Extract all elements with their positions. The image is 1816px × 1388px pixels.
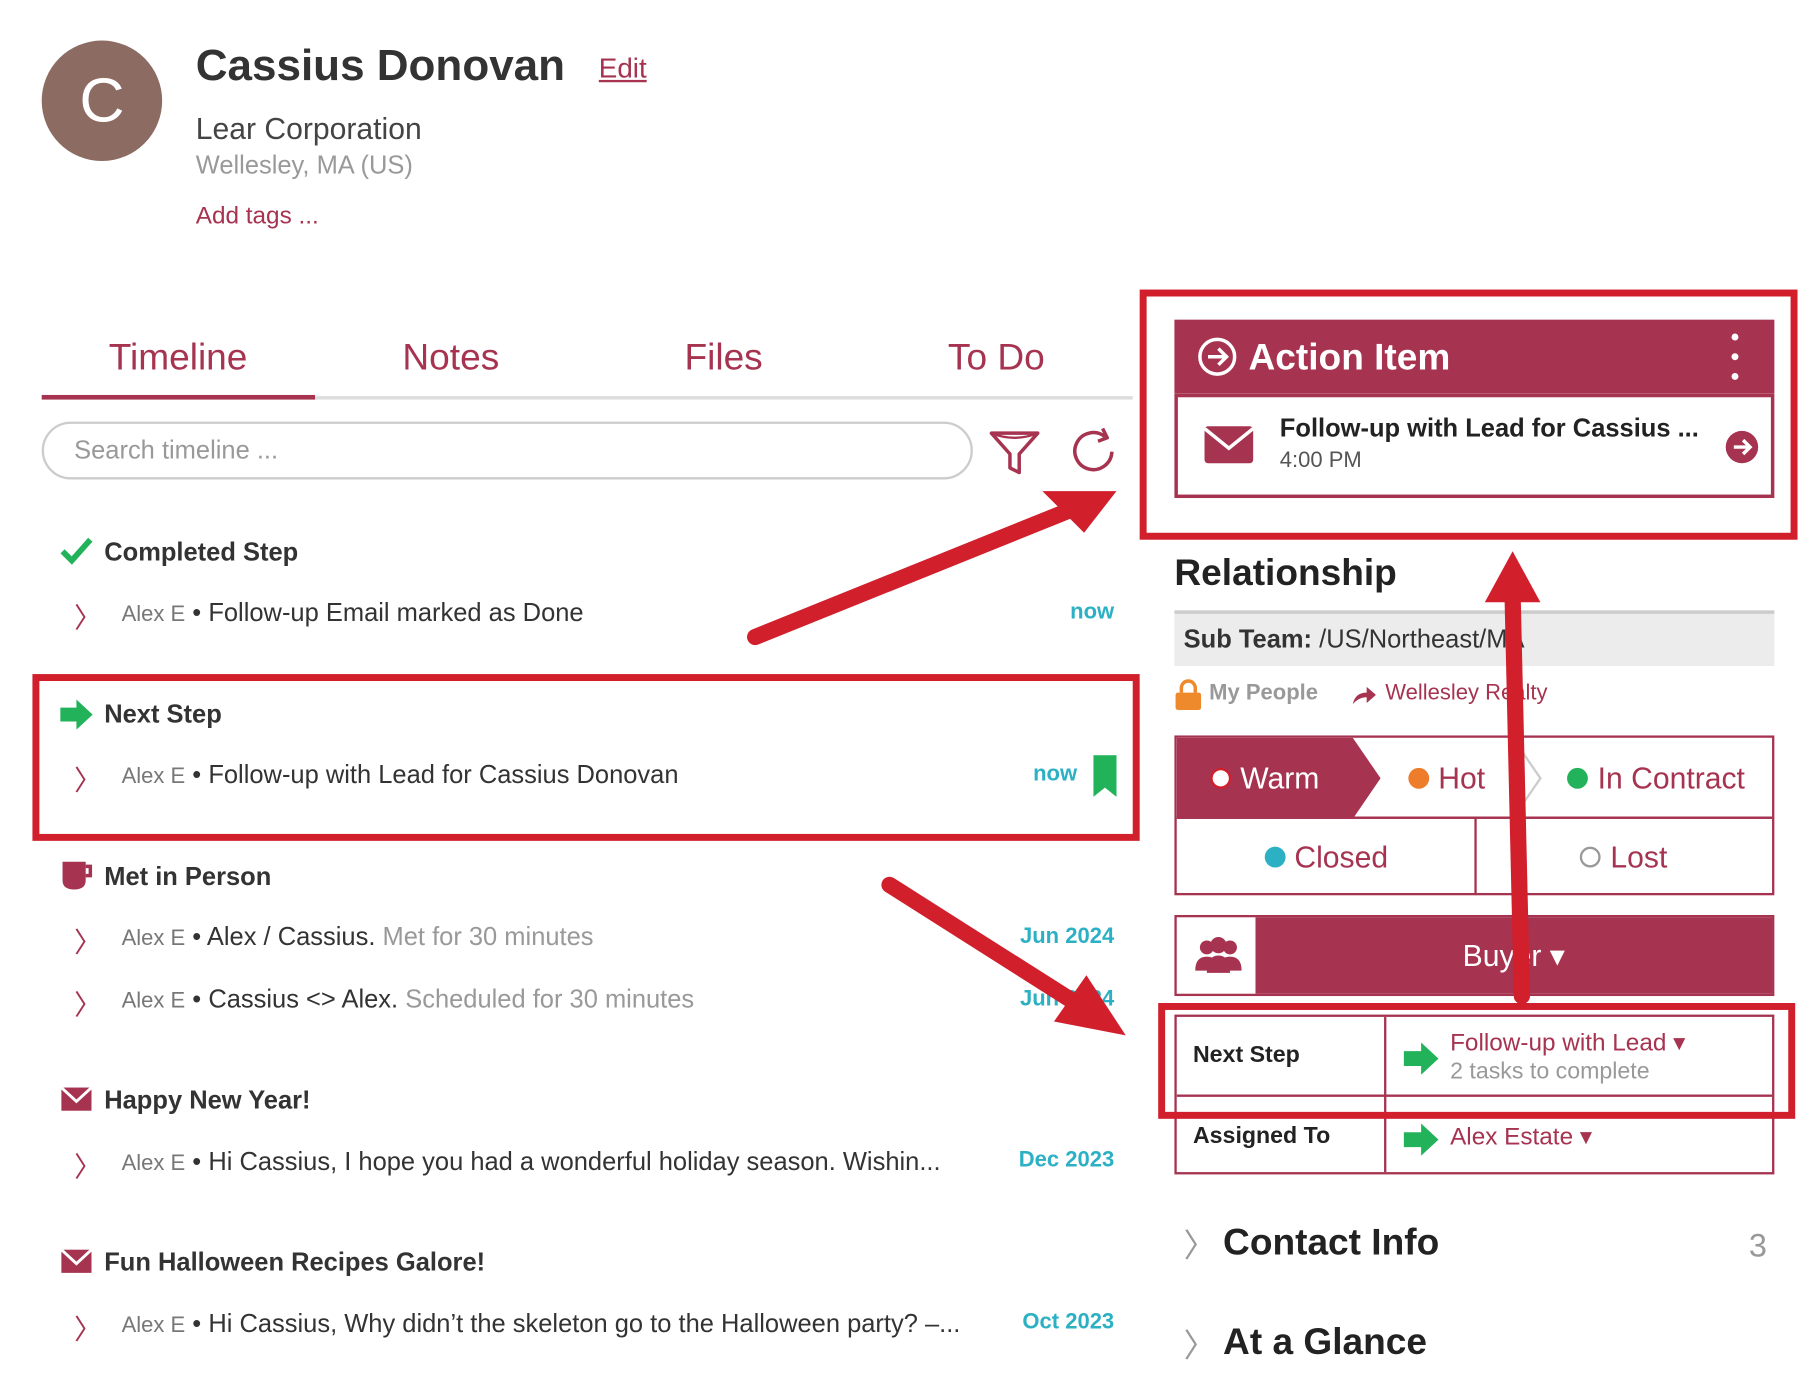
annotation-arrows [747, 491, 1541, 1036]
